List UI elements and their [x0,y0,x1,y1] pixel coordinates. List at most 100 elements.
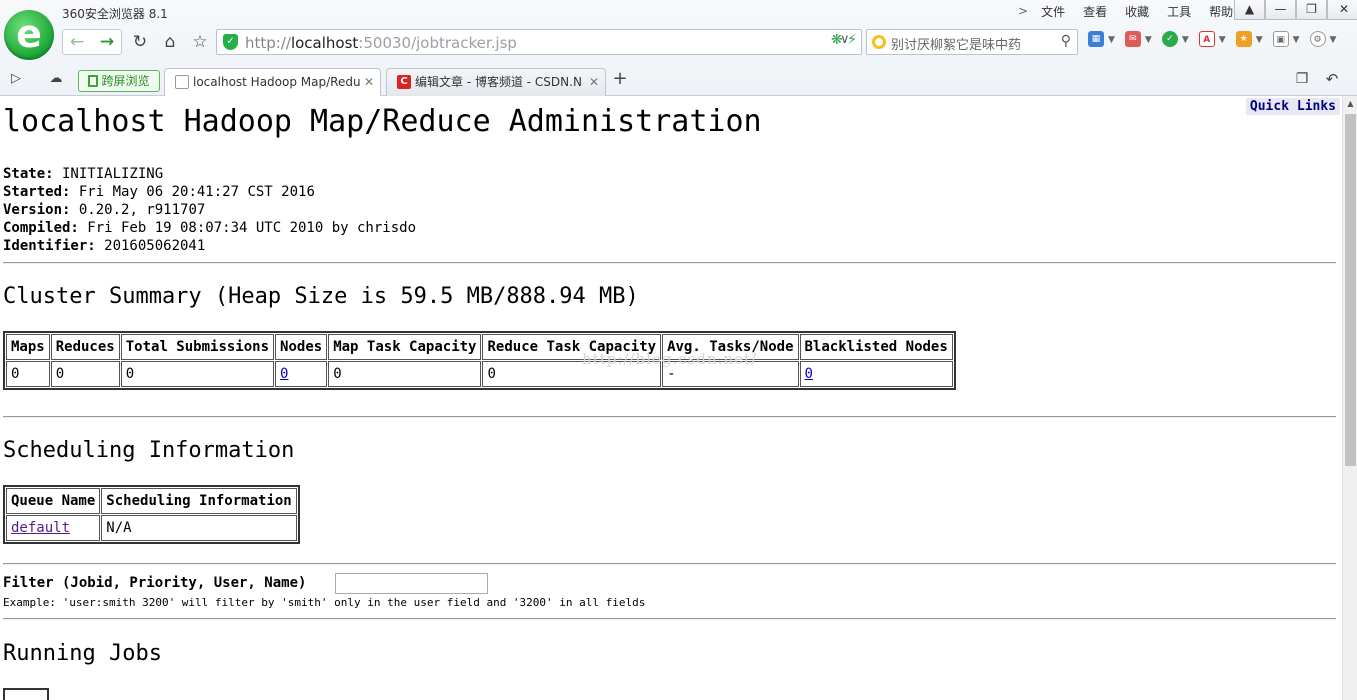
cell-queue-name: default [6,515,101,541]
shield-icon[interactable]: ✓ [1161,31,1178,47]
running-jobs-table [3,688,49,700]
col-nodes: Nodes [275,334,328,360]
restore-tabs-icon[interactable]: ❐ [1288,66,1316,92]
cell-nodes: 0 [275,361,328,387]
game-icon[interactable]: ★ [1235,31,1252,47]
menu-file[interactable]: 文件 [1032,3,1074,21]
queue-default-link[interactable]: default [11,520,70,536]
cell-blacklisted-nodes: 0 [799,361,953,387]
favorite-star-icon[interactable]: ☆ [186,29,214,55]
close-tab-icon[interactable]: ✕ [364,69,374,95]
col-reduces: Reduces [50,334,120,360]
csdn-icon: C [397,74,411,89]
blacklisted-nodes-link[interactable]: 0 [805,366,813,382]
tab-csdn[interactable]: C 编辑文章 - 博客频道 - CSDN.N ✕ [386,68,606,96]
address-bar[interactable]: ✓ http://localhost:50030/jobtracker.jsp … [216,29,862,55]
new-tab-icon[interactable]: + [606,66,634,92]
col-map-task-capacity: Map Task Capacity [328,334,482,360]
url-host: localhost [290,34,359,52]
refresh-icon[interactable]: ↻ [126,29,154,55]
vertical-scrollbar[interactable]: ▲ [1342,96,1357,700]
info-value: 201605062041 [95,238,206,254]
cluster-summary-table: Maps Reduces Total Submissions Nodes Map… [3,331,956,390]
settings-gear-icon[interactable]: ⚙ [1309,31,1326,47]
divider [3,618,1336,620]
browser-chrome: e 360安全浏览器 8.1 > 文件 查看 收藏 工具 帮助 ▲ — ❐ ✕ … [0,0,1357,98]
menu-view[interactable]: 查看 [1074,3,1116,21]
close-button[interactable]: ✕ [1327,0,1357,20]
info-identifier: Identifier: 201605062041 [3,237,416,255]
tab-hadoop[interactable]: localhost Hadoop Map/Redu ✕ [164,68,381,98]
browser-title: 360安全浏览器 8.1 [62,7,168,21]
col-maps: Maps [6,334,50,360]
undo-close-icon[interactable]: ↶ [1318,66,1346,92]
chevron-down-icon[interactable]: ▼ [1219,31,1226,49]
scroll-up-arrow-icon[interactable]: ▲ [1343,96,1357,111]
tab-label: localhost Hadoop Map/Redu [193,75,361,89]
col-queue-name: Queue Name [6,488,101,514]
running-jobs-heading: Running Jobs [3,641,162,666]
table-row: default N/A [6,515,297,541]
cell-map-task-capacity: 0 [328,361,482,387]
info-compiled: Compiled: Fri Feb 19 08:07:34 UTC 2010 b… [3,219,416,237]
chevron-down-icon[interactable]: ▼ [1256,31,1263,49]
jobtracker-info: State: INITIALIZING Started: Fri May 06 … [3,165,416,255]
split-screen-button[interactable]: 跨屏浏览 [78,70,160,92]
info-key: Compiled: [3,220,79,236]
table-header-row: Queue Name Scheduling Information [6,488,297,514]
info-version: Version: 0.20.2, r911707 [3,201,416,219]
chevron-down-icon[interactable]: ▼ [1145,31,1152,49]
tab-label: 编辑文章 - 博客频道 - CSDN.N [415,75,582,89]
search-box[interactable]: 别讨厌柳絮它是味中药 ⚲ [866,29,1078,55]
search-icon[interactable]: ⚲ [1061,33,1071,49]
chevron-down-icon[interactable]: ∨ [840,32,850,47]
chevron-down-icon[interactable]: ▼ [1108,31,1115,49]
divider [3,563,1336,565]
filter-label: Filter (Jobid, Priority, User, Name) [3,575,307,591]
info-key: Started: [3,184,71,200]
scrollbar-thumb[interactable] [1345,114,1356,466]
info-value: 0.20.2, r911707 [70,202,206,218]
home-icon[interactable]: ⌂ [156,29,184,55]
search-input[interactable]: 别讨厌柳絮它是味中药 [891,34,1021,53]
divider [3,416,1336,418]
chevron-down-icon[interactable]: ▼ [1182,31,1189,49]
filter-input[interactable] [335,573,488,594]
info-value: Fri May 06 20:41:27 CST 2016 [70,184,315,200]
col-total-submissions: Total Submissions [120,334,275,360]
skin-icon[interactable]: ▲ [1234,0,1265,20]
screenshot-icon[interactable]: ▣ [1272,31,1289,47]
info-key: Version: [3,202,71,218]
apps-icon[interactable]: ▦ [1088,31,1104,47]
nodes-link[interactable]: 0 [280,366,288,382]
info-value: INITIALIZING [53,166,164,182]
maximize-button[interactable]: ❐ [1296,0,1327,20]
extension-toolbar: ▦ ▼ ✉ ▼ ✓ ▼ A ▼ ★ ▼ ▣ ▼ ⚙ ▼ [1088,31,1336,49]
url-text[interactable]: http://localhost:50030/jobtracker.jsp [245,34,517,52]
url-scheme: http:// [245,34,291,52]
forward-arrow-icon[interactable]: → [93,29,121,55]
page-icon [175,74,189,89]
chevron-right-icon[interactable]: > [1014,3,1032,21]
page-title: localhost Hadoop Map/Reduce Administrati… [3,104,762,139]
translate-icon[interactable]: A [1198,31,1215,47]
security-shield-icon: ✓ [223,34,238,50]
browser-menu-bar: > 文件 查看 收藏 工具 帮助 [1014,3,1242,21]
back-arrow-icon[interactable]: ← [63,29,91,55]
minimize-button[interactable]: — [1265,0,1296,20]
table-header-row: Maps Reduces Total Submissions Nodes Map… [6,334,953,360]
cell-total-submissions: 0 [120,361,275,387]
mail-icon[interactable]: ✉ [1124,31,1141,47]
info-state: State: INITIALIZING [3,165,416,183]
chevron-down-icon[interactable]: ▼ [1293,31,1300,49]
quick-links-link[interactable]: Quick Links [1245,98,1340,115]
search-engine-icon [872,35,886,49]
sidebar-toggle-icon[interactable]: ▷ [2,66,30,92]
menu-tools[interactable]: 工具 [1158,3,1200,21]
filter-example: Example: 'user:smith 3200' will filter b… [3,596,646,609]
menu-favorites[interactable]: 收藏 [1116,3,1158,21]
cloud-icon[interactable]: ☁ [42,66,70,92]
cell-reduces: 0 [50,361,120,387]
chevron-down-icon[interactable]: ▼ [1330,31,1337,49]
close-tab-icon[interactable]: ✕ [589,69,599,95]
